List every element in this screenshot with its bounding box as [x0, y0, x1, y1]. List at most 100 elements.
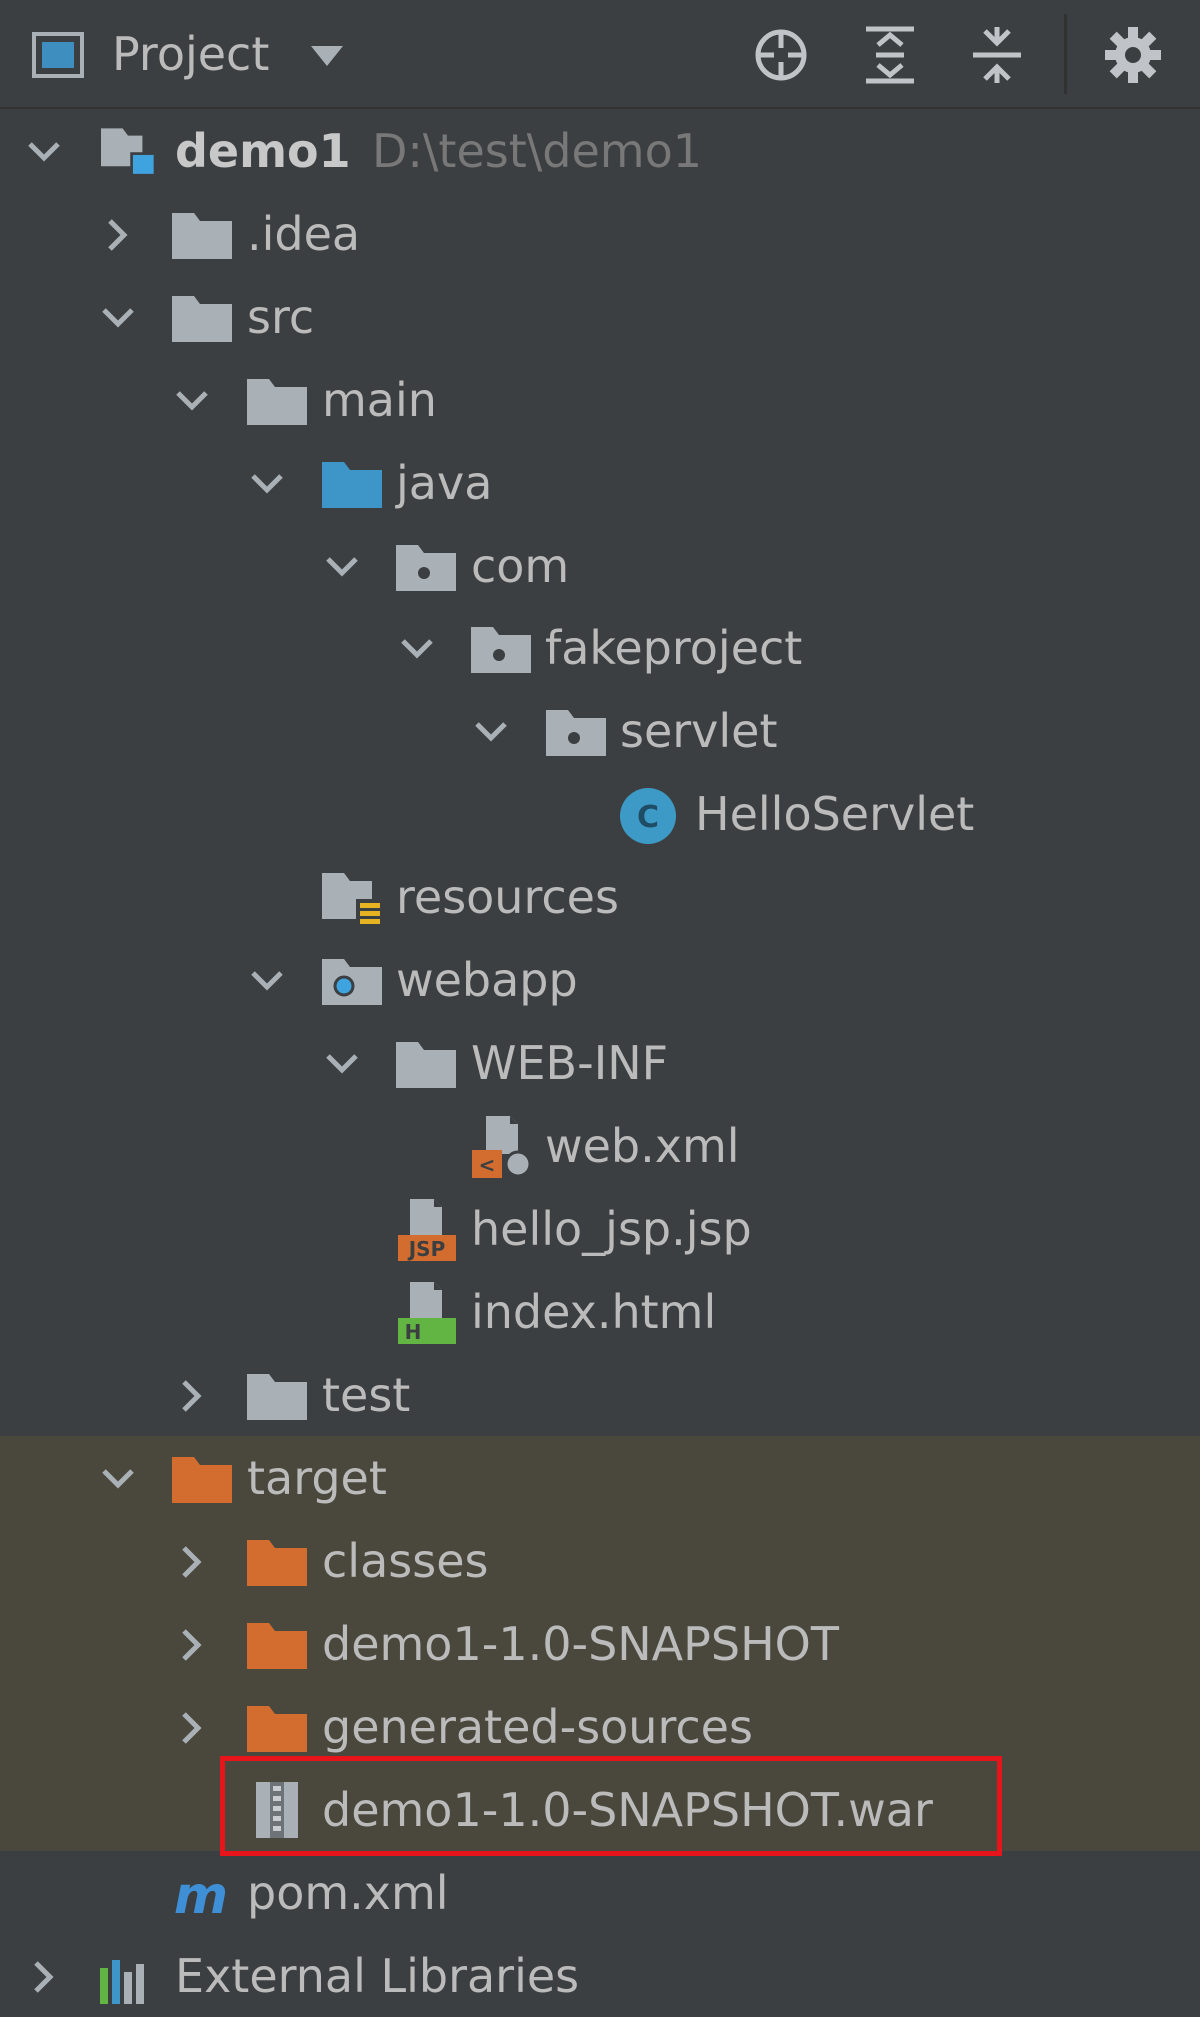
- chevron-down-icon[interactable]: [309, 44, 345, 68]
- svg-text:<: <: [479, 1153, 496, 1177]
- package-icon: [471, 627, 531, 673]
- tree-item-src[interactable]: src: [0, 275, 1200, 358]
- expand-all-icon: [866, 26, 914, 84]
- resources-folder-icon: [322, 873, 382, 927]
- excluded-folder-icon: [247, 1706, 307, 1752]
- toolbar-separator: [1064, 14, 1067, 94]
- project-toolbar: Project: [0, 0, 1200, 109]
- tree-item-target[interactable]: target: [0, 1436, 1200, 1519]
- tree-item-label: src: [247, 290, 315, 344]
- chevron-right-icon[interactable]: [172, 1542, 212, 1582]
- locate-icon: [755, 29, 807, 81]
- tree-item-com[interactable]: com: [0, 524, 1200, 607]
- tree-item-web-inf[interactable]: WEB-INF: [0, 1021, 1200, 1104]
- tree-item-webapp[interactable]: webapp: [0, 938, 1200, 1021]
- excluded-folder-icon: [172, 1457, 232, 1503]
- tree-item-demo1[interactable]: demo1 D:\test\demo1: [0, 109, 1200, 192]
- tree-item-pom-xml[interactable]: m pom.xml: [0, 1851, 1200, 1934]
- maven-icon: m: [174, 1867, 228, 1923]
- tree-item-label: hello_jsp.jsp: [471, 1202, 752, 1256]
- folder-icon: [247, 1374, 307, 1420]
- chevron-right-icon[interactable]: [98, 215, 138, 255]
- chevron-down-icon[interactable]: [247, 961, 287, 1001]
- web-folder-icon: [322, 959, 382, 1005]
- svg-text:H: H: [405, 1320, 422, 1344]
- tree-item-label: test: [322, 1368, 411, 1422]
- tree-item-snapshot-war[interactable]: demo1-1.0-SNAPSHOT.war: [0, 1768, 1200, 1851]
- chevron-down-icon[interactable]: [322, 1044, 362, 1084]
- module-folder-icon: [101, 128, 157, 177]
- tree-item-classes[interactable]: classes: [0, 1519, 1200, 1602]
- tree-item-label: External Libraries: [175, 1949, 580, 2003]
- module-path: D:\test\demo1: [372, 124, 702, 178]
- folder-icon: [396, 1042, 456, 1088]
- tree-item-label: main: [322, 373, 437, 427]
- collapse-all-icon: [973, 27, 1021, 83]
- tree-item-label: index.html: [471, 1285, 717, 1339]
- package-icon: [546, 710, 606, 756]
- chevron-down-icon[interactable]: [471, 712, 511, 752]
- collapse-all-button[interactable]: [964, 22, 1030, 88]
- tree-item-fakeproject[interactable]: fakeproject: [0, 606, 1200, 689]
- libraries-icon: [100, 1960, 144, 2004]
- tree-item-snapshot-dir[interactable]: demo1-1.0-SNAPSHOT: [0, 1602, 1200, 1685]
- tree-item-servlet[interactable]: servlet: [0, 689, 1200, 772]
- tree-item-hello-jsp[interactable]: JSP hello_jsp.jsp: [0, 1187, 1200, 1270]
- tree-item-index-html[interactable]: H index.html: [0, 1270, 1200, 1353]
- html-file-icon: H: [398, 1282, 456, 1344]
- excluded-folder-icon: [247, 1623, 307, 1669]
- svg-text:C: C: [637, 800, 659, 835]
- source-folder-icon: [322, 462, 382, 508]
- expand-all-button[interactable]: [857, 22, 923, 88]
- tree-item-main[interactable]: main: [0, 358, 1200, 441]
- tree-item-label: pom.xml: [247, 1866, 449, 1920]
- folder-icon: [172, 213, 232, 259]
- tree-item-label: fakeproject: [545, 621, 803, 675]
- package-icon: [396, 545, 456, 591]
- excluded-folder-icon: [247, 1540, 307, 1586]
- chevron-right-icon[interactable]: [172, 1708, 212, 1748]
- tree-item-label: java: [396, 456, 493, 510]
- chevron-down-icon[interactable]: [24, 132, 64, 172]
- tree-item-label: web.xml: [545, 1119, 740, 1173]
- tree-item-external-libraries[interactable]: External Libraries: [0, 1934, 1200, 2017]
- war-archive-icon: [256, 1782, 298, 1838]
- xml-file-icon: <: [472, 1116, 532, 1178]
- tree-item-resources[interactable]: resources: [0, 855, 1200, 938]
- chevron-down-icon[interactable]: [98, 298, 138, 338]
- tree-item-label: target: [247, 1451, 387, 1505]
- tree-item-label: WEB-INF: [471, 1036, 669, 1090]
- chevron-right-icon[interactable]: [172, 1376, 212, 1416]
- tree-item-java[interactable]: java: [0, 441, 1200, 524]
- tree-item-label: webapp: [396, 953, 578, 1007]
- folder-icon: [247, 379, 307, 425]
- chevron-down-icon[interactable]: [98, 1459, 138, 1499]
- tree-item-label: demo1-1.0-SNAPSHOT.war: [322, 1783, 933, 1837]
- tree-item-test[interactable]: test: [0, 1353, 1200, 1436]
- chevron-right-icon[interactable]: [24, 1957, 64, 1997]
- tree-item-generated-sources[interactable]: generated-sources: [0, 1685, 1200, 1768]
- chevron-down-icon[interactable]: [247, 464, 287, 504]
- tree-item-label: generated-sources: [322, 1700, 753, 1754]
- settings-button[interactable]: [1100, 22, 1166, 88]
- gear-icon: [1105, 27, 1161, 83]
- folder-icon: [172, 296, 232, 342]
- project-view-title[interactable]: Project: [112, 26, 269, 82]
- tree-item-label: classes: [322, 1534, 489, 1588]
- tree-item-label: com: [471, 539, 570, 593]
- tree-item-label: demo1-1.0-SNAPSHOT: [322, 1617, 839, 1671]
- locate-button[interactable]: [748, 22, 814, 88]
- chevron-down-icon[interactable]: [172, 381, 212, 421]
- java-class-icon: C: [620, 788, 676, 844]
- project-window-icon: [32, 32, 84, 78]
- tree-item-helloservlet[interactable]: C HelloServlet: [0, 772, 1200, 855]
- tree-item-idea[interactable]: .idea: [0, 192, 1200, 275]
- svg-text:JSP: JSP: [407, 1237, 446, 1261]
- svg-text:m: m: [174, 1867, 228, 1923]
- chevron-right-icon[interactable]: [172, 1625, 212, 1665]
- chevron-down-icon[interactable]: [322, 547, 362, 587]
- chevron-down-icon[interactable]: [397, 629, 437, 669]
- tree-item-label: resources: [396, 870, 619, 924]
- tree-item-label: HelloServlet: [695, 787, 975, 841]
- tree-item-web-xml[interactable]: < web.xml: [0, 1104, 1200, 1187]
